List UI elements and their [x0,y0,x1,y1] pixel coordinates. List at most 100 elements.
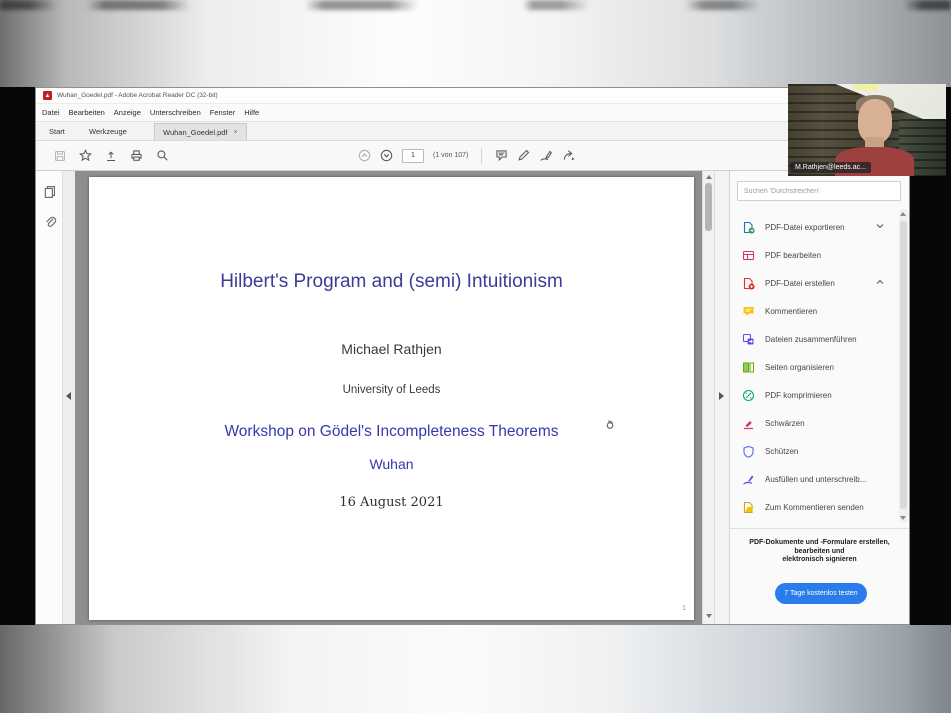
tool-label: PDF-Datei exportieren [765,223,845,232]
close-tab-icon[interactable]: × [234,129,238,136]
tool-label: PDF-Datei erstellen [765,279,835,288]
tool-label: Schwärzen [765,419,805,428]
sidebar-scrollbar-thumb[interactable] [900,221,907,509]
hand-cursor-icon [605,419,615,430]
app-window: ▲ Wuhan_Goedel.pdf - Adobe Acrobat Reade… [35,87,910,625]
adobe-reader-icon: ▲ [43,91,52,100]
tool-label: PDF komprimieren [765,391,832,400]
tools-list: PDF-Datei exportieren PDF bearbeiten [730,213,898,521]
menu-bar: Datei Bearbeiten Anzeige Unterschreiben … [36,104,909,122]
webcam-name-badge: M.Rathjen@leeds.ac... [790,162,871,173]
tab-start[interactable]: Start [49,122,65,141]
scroll-up-icon[interactable] [706,175,712,179]
sidebar-divider [730,528,909,529]
collapse-panel-icon[interactable] [66,392,71,400]
content-area: Hilbert's Program and (semi) Intuitionis… [36,171,909,624]
export-pdf-icon [742,221,755,234]
tab-document[interactable]: Wuhan_Goedel.pdf × [154,123,247,140]
search-icon[interactable] [156,149,169,162]
tools-search-input[interactable] [737,181,901,201]
trial-promo: PDF-Dokumente und -Formulare erstellen, … [734,539,905,565]
pdf-page: Hilbert's Program and (semi) Intuitionis… [89,177,694,620]
toolbar-divider [481,148,482,164]
tool-label: Schützen [765,447,798,456]
tool-label: Ausfüllen und unterschreib... [765,475,866,484]
sidebar-scroll-down-icon[interactable] [900,516,906,520]
protect-shield-icon [742,445,755,458]
sidebar-scrollbar[interactable] [899,209,908,523]
slide-affiliation: University of Leeds [89,384,694,396]
tool-export-pdf[interactable]: PDF-Datei exportieren [730,213,898,241]
attachments-paperclip-icon[interactable] [43,215,57,229]
next-page-icon[interactable] [380,149,393,162]
comment-tool-icon [742,305,755,318]
pencil-icon[interactable] [517,149,530,162]
window-title: Wuhan_Goedel.pdf - Adobe Acrobat Reader … [57,92,218,99]
comment-icon[interactable] [495,149,508,162]
send-for-comments-icon [742,501,755,514]
share-upload-icon[interactable] [105,150,117,162]
print-icon[interactable] [130,149,143,162]
left-splitter[interactable] [63,171,75,624]
scroll-down-icon[interactable] [706,614,712,618]
expand-panel-icon[interactable] [719,392,724,400]
tool-send-for-comments[interactable]: Zum Kommentieren senden [730,493,898,521]
menu-bearbeiten[interactable]: Bearbeiten [69,108,105,117]
right-splitter[interactable] [714,171,729,624]
tab-bar: Start Werkzeuge Wuhan_Goedel.pdf × [36,122,909,141]
tool-label: Seiten organisieren [765,363,834,372]
chevron-up-icon[interactable] [876,279,884,285]
menu-hilfe[interactable]: Hilfe [244,108,259,117]
webcam-ceiling-light [854,84,878,90]
menu-unterschreiben[interactable]: Unterschreiben [150,108,201,117]
tool-label: Zum Kommentieren senden [765,503,864,512]
free-trial-button[interactable]: 7 Tage kostenlos testen [775,583,867,604]
menu-fenster[interactable]: Fenster [210,108,235,117]
tool-fill-sign[interactable]: Ausfüllen und unterschreib... [730,465,898,493]
fill-sign-icon[interactable] [539,149,553,162]
chevron-down-icon[interactable] [876,223,884,229]
tool-organize-pages[interactable]: Seiten organisieren [730,353,898,381]
video-frame: { "window": { "title": "Wuhan_Goedel.pdf… [0,0,951,713]
page-thumbnails-icon[interactable] [43,185,57,199]
tool-protect[interactable]: Schützen [730,437,898,465]
tool-label: Dateien zusammenführen [765,335,857,344]
tool-edit-pdf[interactable]: PDF bearbeiten [730,241,898,269]
slide-author: Michael Rathjen [89,341,694,357]
fill-sign-tool-icon [742,473,755,486]
document-canvas: Hilbert's Program and (semi) Intuitionis… [75,171,702,624]
edit-pdf-icon [742,249,755,262]
tab-werkzeuge[interactable]: Werkzeuge [89,122,127,141]
combine-files-icon [742,333,755,346]
document-scrollbar[interactable] [702,171,714,624]
previous-page-icon[interactable] [358,149,371,162]
slide-page-number: 1 [682,605,686,612]
send-review-icon[interactable] [562,149,576,162]
promo-line-3: elektronisch signieren [734,556,905,565]
menu-datei[interactable]: Datei [42,108,60,117]
document-scrollbar-thumb[interactable] [705,183,712,231]
tools-sidebar: PDF-Datei exportieren PDF bearbeiten [729,171,909,624]
tool-label: Kommentieren [765,307,817,316]
save-icon[interactable] [54,150,66,162]
page-count-label: (1 von 107) [433,152,468,159]
tool-comment[interactable]: Kommentieren [730,297,898,325]
tool-redact[interactable]: Schwärzen [730,409,898,437]
menu-anzeige[interactable]: Anzeige [114,108,141,117]
slide-date: 16 August 2021 [89,495,694,510]
webcam-overlay: M.Rathjen@leeds.ac... [788,84,946,176]
tool-create-pdf[interactable]: PDF-Datei erstellen [730,269,898,297]
promo-line-1: PDF-Dokumente und -Formulare erstellen, [734,539,905,548]
organize-pages-icon [742,361,755,374]
toolbar: (1 von 107) [36,141,909,171]
redact-icon [742,417,755,430]
promo-line-2: bearbeiten und [734,548,905,557]
compress-pdf-icon [742,389,755,402]
tool-combine-files[interactable]: Dateien zusammenführen [730,325,898,353]
slide-event: Workshop on Gödel's Incompleteness Theor… [89,423,694,441]
star-icon[interactable] [79,149,92,162]
page-number-input[interactable] [402,149,424,163]
tool-compress-pdf[interactable]: PDF komprimieren [730,381,898,409]
create-pdf-icon [742,277,755,290]
sidebar-scroll-up-icon[interactable] [900,212,906,216]
